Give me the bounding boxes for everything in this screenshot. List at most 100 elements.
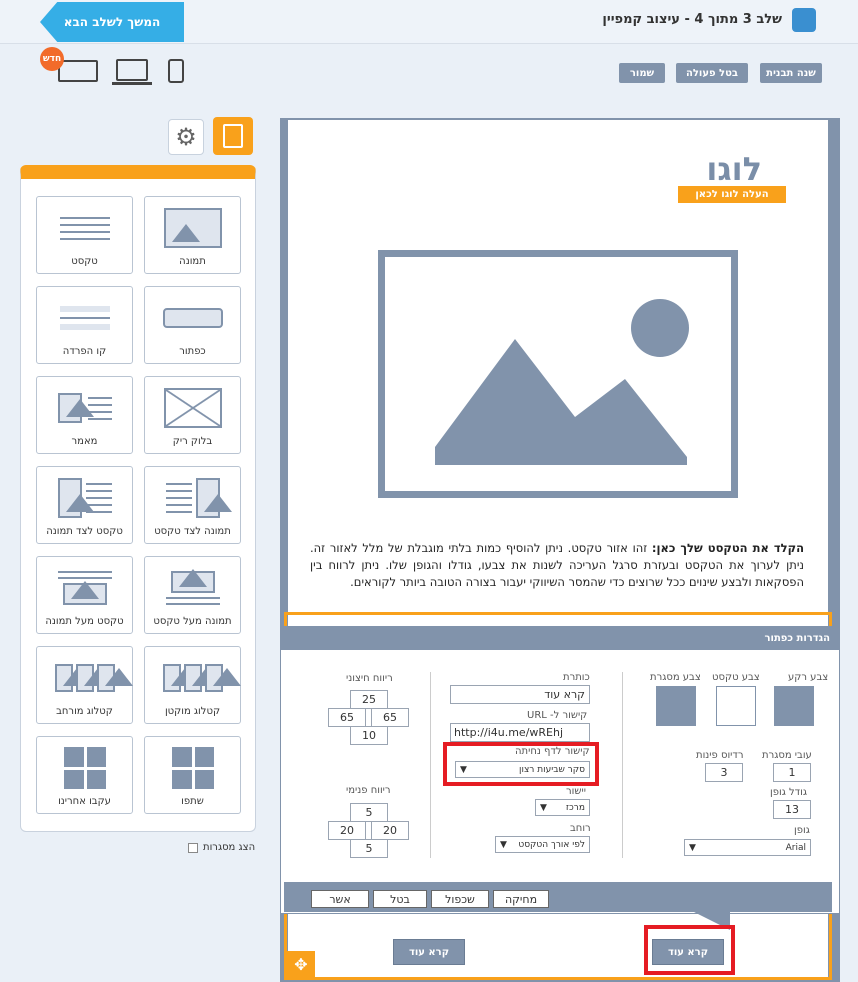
tile-label: תמונה מעל טקסט [153,616,232,627]
tile-image-above-text[interactable]: תמונה מעל טקסט [144,556,241,634]
border-color-label: צבע מסגרת [650,672,701,683]
cancel-button[interactable]: בטל [373,890,427,908]
tile-follow-us[interactable]: עקבו אחרינו [36,736,133,814]
inner-bottom-input[interactable]: 5 [350,839,388,858]
outer-left-input[interactable]: 65 [328,708,366,727]
font-value: Arial [785,842,806,853]
tile-label: בלוק ריק [172,436,213,447]
url-label: קישור ל- URL [527,710,588,721]
move-handle-icon[interactable]: ✥ [287,951,315,978]
tile-image-beside-text[interactable]: תמונה לצד טקסט [144,466,241,544]
mobile-view-icon[interactable] [168,59,184,83]
save-button[interactable]: שמור [619,63,665,83]
tile-text[interactable]: טקסט [36,196,133,274]
tile-small-catalog[interactable]: קטלוג מוקטן [144,646,241,724]
show-borders-label: הצג מסגרות [203,842,256,853]
desktop-view-icon[interactable] [112,59,152,85]
divider-icon [55,297,115,339]
bg-color-label: צבע רקע [788,672,829,683]
show-borders-toggle[interactable]: הצג מסגרות [188,842,255,853]
small-catalog-icon [163,657,241,699]
radius-label: רדיוס פינות [696,750,744,761]
delete-button[interactable]: מחיקה [493,890,549,908]
hero-image-placeholder[interactable] [378,250,738,498]
tile-divider[interactable]: קו הפרדה [36,286,133,364]
upload-logo-button[interactable]: העלה לוגו לכאן [678,186,786,203]
border-color-swatch[interactable] [656,686,696,726]
tile-image[interactable]: תמונה [144,196,241,274]
width-select[interactable]: לפי אורך הטקסט ▼ [495,836,590,853]
text-beside-image-icon [55,477,115,519]
dropdown-arrow-icon: ▼ [500,839,507,850]
tile-label: טקסט [71,256,98,267]
tile-empty-block[interactable]: בלוק ריק [144,376,241,454]
outer-top-input[interactable]: 25 [350,690,388,709]
font-label: גופן [794,825,810,836]
new-badge: חדש [40,47,64,71]
radius-input[interactable]: 3 [705,763,743,782]
confirm-button[interactable]: אשר [311,890,369,908]
email-text-block[interactable]: הקלד את הטקסט שלך כאן: זהו אזור טקסט. ני… [310,540,804,591]
bg-color-swatch[interactable] [774,686,814,726]
inner-right-input[interactable]: 20 [371,821,409,840]
settings-gear-icon[interactable]: ⚙ [168,119,204,155]
tile-button[interactable]: כפתור [144,286,241,364]
font-select[interactable]: Arial ▼ [684,839,811,856]
image-beside-text-icon [163,477,232,519]
multi-device-view-icon[interactable] [58,60,98,82]
column-divider [430,672,431,858]
tile-label: טקסט מעל תמונה [45,616,124,627]
dropdown-arrow-icon: ▼ [689,842,696,853]
align-select[interactable]: מרכז ▼ [535,799,590,816]
tile-text-beside-image[interactable]: טקסט לצד תמונה [36,466,133,544]
column-divider [622,672,623,858]
next-step-button[interactable]: המשך לשלב הבא [40,2,184,42]
tile-label: מאמר [71,436,98,447]
tile-label: שתפו [181,796,204,807]
outer-right-input[interactable]: 65 [371,708,409,727]
tile-label: קטלוג מוקטן [164,706,221,717]
font-size-label: גודל גופן [770,787,807,798]
inner-left-input[interactable]: 20 [328,821,366,840]
border-width-input[interactable]: 1 [773,763,811,782]
tile-article[interactable]: מאמר [36,376,133,454]
body-bold-lead: הקלד את הטקסט שלך כאן: [651,541,804,555]
text-above-image-icon [55,567,115,609]
inner-spacing-label: ריווח פנימי [346,785,391,796]
duplicate-button[interactable]: שכפול [431,890,489,908]
outer-bottom-input[interactable]: 10 [350,726,388,745]
wide-catalog-icon [55,657,133,699]
tile-text-above-image[interactable]: טקסט מעל תמונה [36,556,133,634]
image-icon [163,207,223,249]
dropdown-arrow-icon: ▼ [540,802,547,813]
mountains-icon [435,339,687,465]
highlight-landing-page [443,742,599,786]
show-borders-checkbox[interactable] [188,842,198,853]
text-color-swatch[interactable] [716,686,756,726]
align-label: יישור [566,786,586,797]
cta-button-secondary[interactable]: קרא עוד [393,939,465,965]
tile-wide-catalog[interactable]: קטלוג מורחב [36,646,133,724]
width-value: לפי אורך הטקסט [518,839,585,850]
share-icon [163,747,223,789]
font-size-input[interactable]: 13 [773,800,811,819]
undo-button[interactable]: בטל פעולה [676,63,748,83]
url-input[interactable]: http://i4u.me/wREhj [450,723,590,742]
text-color-label: צבע טקסט [712,672,760,683]
dialog-title: הגדרות כפתור [280,626,840,650]
tile-label: עקבו אחרינו [58,796,111,807]
highlight-cta-button [644,925,735,975]
tile-label: קטלוג מורחב [56,706,113,717]
page-elements-icon[interactable] [213,117,253,155]
tile-label: תמונה לצד טקסט [154,526,231,537]
article-icon [55,387,115,429]
step-title: שלב 3 מתוך 4 - עיצוב קמפיין [602,12,782,27]
align-value: מרכז [565,802,585,813]
follow-us-icon [55,747,115,789]
caption-input[interactable]: קרא עוד [450,685,590,704]
inner-top-input[interactable]: 5 [350,803,388,822]
tile-share[interactable]: שתפו [144,736,241,814]
image-above-text-icon [163,567,223,609]
change-template-button[interactable]: שנה תבנית [760,63,822,83]
border-width-label: עובי מסגרת [762,750,812,761]
